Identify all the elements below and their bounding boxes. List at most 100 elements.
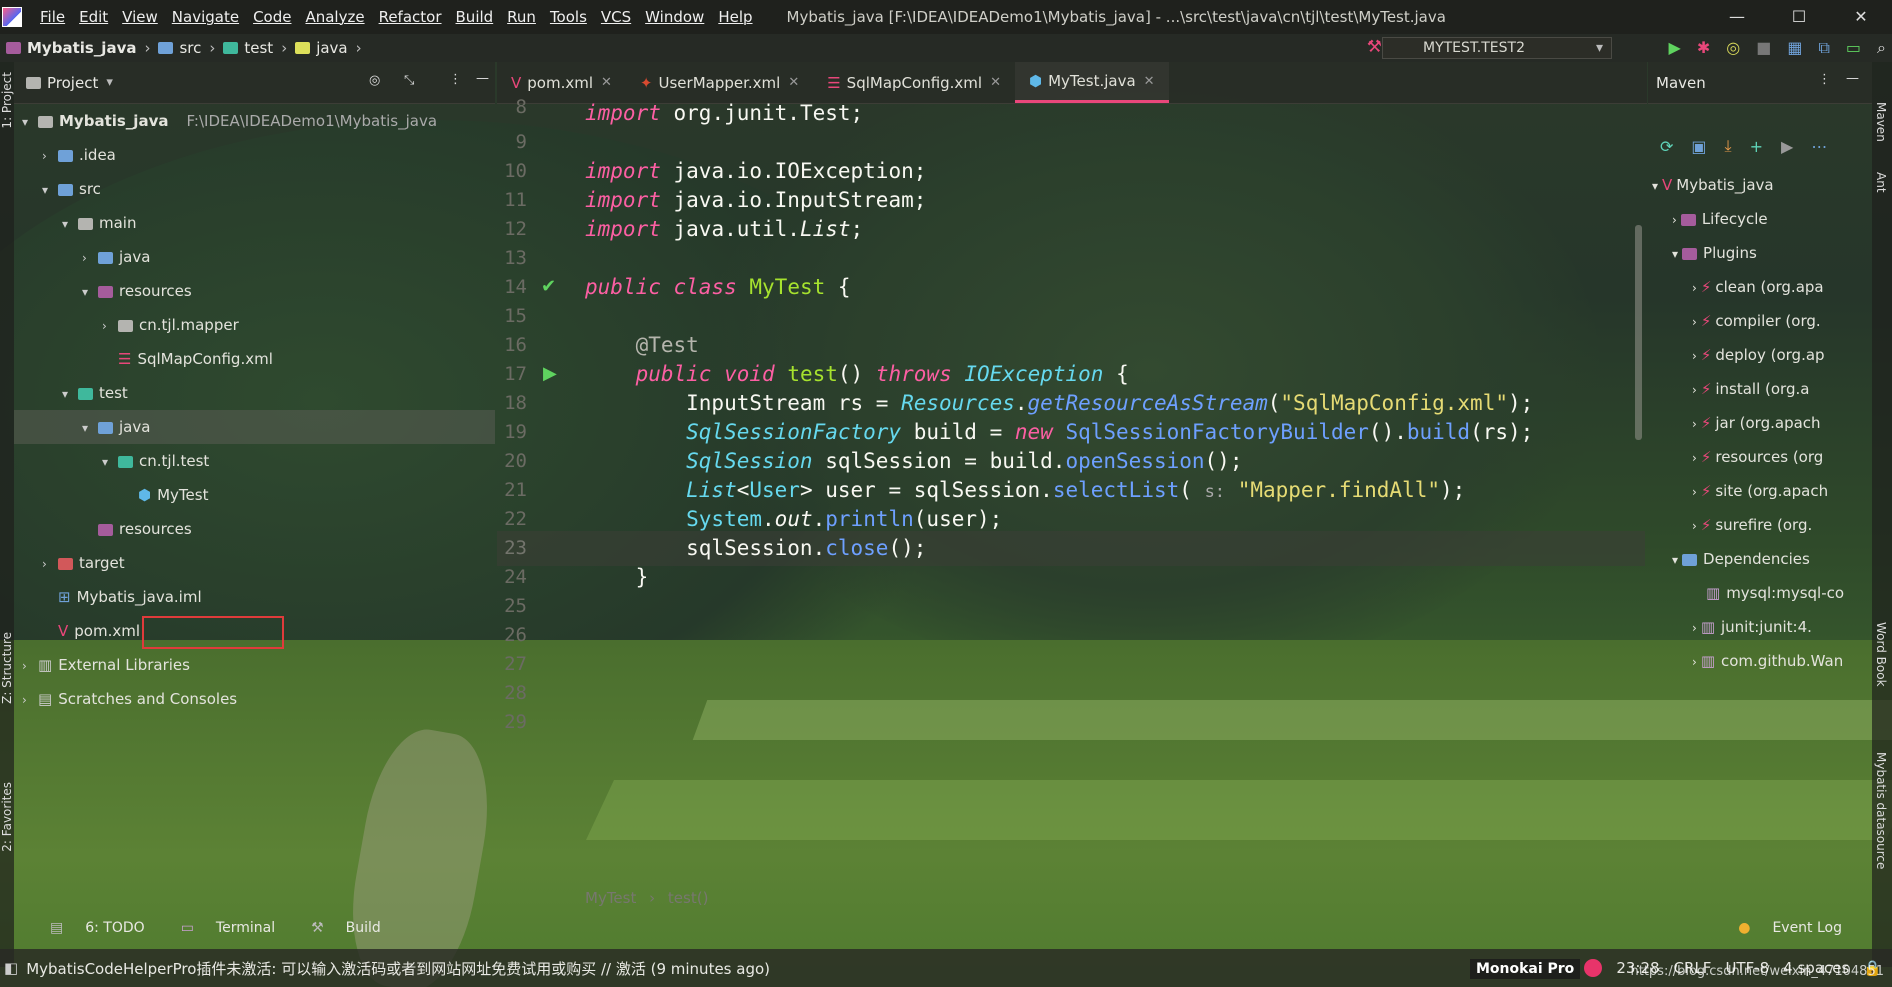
tree-node-root[interactable]: ▾ Mybatis_java F:\IDEA\IDEADemo1\Mybatis_j…	[22, 104, 437, 138]
close-button[interactable]: ✕	[1830, 0, 1892, 34]
tree-node-main[interactable]: ▾ main	[62, 206, 136, 240]
run-configuration-select[interactable]: MYTEST.TEST2 ▾	[1382, 37, 1612, 59]
tree-node-scratches[interactable]: › ▤ Scratches and Consoles	[22, 682, 237, 716]
breadcrumb-project[interactable]: Mybatis_java	[27, 39, 136, 57]
menu-file[interactable]: File	[40, 8, 65, 26]
tree-node-external-libraries[interactable]: › ▥ External Libraries	[22, 648, 190, 682]
tree-node-test[interactable]: ▾ test	[62, 376, 128, 410]
breadcrumb-class[interactable]: MyTest	[585, 889, 636, 907]
maven-plugin-surefire[interactable]: › ⚡ surefire (org.	[1692, 508, 1872, 542]
status-message[interactable]: MybatisCodeHelperPro插件未激活: 可以输入激活码或者到网站网…	[26, 958, 770, 979]
menu-window[interactable]: Window	[645, 8, 704, 26]
menu-navigate[interactable]: Navigate	[172, 8, 239, 26]
maven-dep-junit[interactable]: › ▥ junit:junit:4.	[1692, 610, 1872, 644]
maven-plugin-compiler[interactable]: › ⚡ compiler (org.	[1692, 304, 1872, 338]
hide-panel-icon[interactable]: —	[1846, 71, 1859, 86]
maximize-button[interactable]: ☐	[1768, 0, 1830, 34]
tree-node-mytest[interactable]: ⬢ MyTest	[138, 478, 208, 512]
maven-plugin-deploy[interactable]: › ⚡ deploy (org.ap	[1692, 338, 1872, 372]
breadcrumb-java[interactable]: java	[316, 39, 347, 57]
more-options-icon[interactable]: ⋮	[1818, 72, 1831, 87]
maven-plugin-resources[interactable]: › ⚡ resources (org	[1692, 440, 1872, 474]
tree-node-test-resources[interactable]: resources	[98, 512, 192, 546]
chevron-down-icon[interactable]: ▾	[106, 75, 113, 90]
tree-node-pom[interactable]: Vpom.xml	[58, 614, 140, 648]
menu-refactor[interactable]: Refactor	[379, 8, 442, 26]
menu-view[interactable]: View	[122, 8, 158, 26]
tree-node-cn-tjl-test[interactable]: ▾ cn.tjl.test	[102, 444, 209, 478]
tree-node-idea[interactable]: › .idea	[42, 138, 116, 172]
debug-icon[interactable]: ✱	[1697, 38, 1710, 58]
more-icon[interactable]: ⋯	[1811, 137, 1827, 156]
event-log-button[interactable]: ● Event Log	[1720, 920, 1842, 936]
minimize-button[interactable]: —	[1706, 0, 1768, 34]
tree-node-test-java[interactable]: ▾ java	[14, 410, 495, 444]
menu-run[interactable]: Run	[507, 8, 536, 26]
close-icon[interactable]: ✕	[601, 75, 612, 90]
reload-icon[interactable]: ⟳	[1660, 137, 1673, 156]
add-project-icon[interactable]: ▣	[1691, 137, 1706, 156]
word-book-tool-label[interactable]: Word Book	[1874, 622, 1888, 687]
project-view-select[interactable]: Project	[47, 74, 98, 92]
tab-mytest-java[interactable]: ⬢ MyTest.java ✕	[1015, 62, 1169, 103]
more-options-icon[interactable]: ⋮	[449, 72, 462, 87]
translate-icon[interactable]: ⧉	[1818, 38, 1829, 58]
tree-node-target[interactable]: › target	[42, 546, 125, 580]
maven-node-dependencies[interactable]: ▾ Dependencies	[1672, 542, 1872, 576]
tree-node-main-resources[interactable]: ▾ resources	[82, 274, 192, 308]
download-icon[interactable]: ⤓	[1725, 136, 1732, 156]
menu-edit[interactable]: Edit	[79, 8, 108, 26]
project-tool-label[interactable]: 1: Project	[0, 72, 14, 129]
menu-code[interactable]: Code	[253, 8, 291, 26]
menu-tools[interactable]: Tools	[550, 8, 587, 26]
run-maven-icon[interactable]: ▶	[1781, 137, 1793, 156]
add-icon[interactable]: +	[1750, 137, 1763, 156]
code-editor[interactable]: import org.junit.Test; import java.io.IO…	[497, 101, 1645, 884]
maven-plugin-jar[interactable]: › ⚡ jar (org.apach	[1692, 406, 1872, 440]
maven-plugin-install[interactable]: › ⚡ install (org.a	[1692, 372, 1872, 406]
close-icon[interactable]: ✕	[788, 75, 799, 90]
menu-vcs[interactable]: VCS	[601, 8, 631, 26]
search-icon[interactable]: ⌕	[1877, 38, 1886, 58]
tree-node-cn-tjl-mapper[interactable]: › cn.tjl.mapper	[102, 308, 239, 342]
build-tool-button[interactable]: ⚒ Build	[293, 920, 381, 936]
breadcrumb-test[interactable]: test	[244, 39, 273, 57]
terminal-icon[interactable]: ▭	[1846, 38, 1861, 58]
tree-node-src[interactable]: ▾ src	[42, 172, 101, 206]
theme-widget[interactable]: Monokai Pro	[1469, 958, 1603, 979]
hide-panel-icon[interactable]: —	[476, 71, 489, 86]
maven-dep-github[interactable]: › ▥ com.github.Wan	[1692, 644, 1872, 678]
breadcrumb-method[interactable]: test()	[668, 889, 709, 907]
maven-tool-label[interactable]: Maven	[1874, 102, 1888, 142]
maven-dep-mysql[interactable]: ▥ mysql:mysql-co	[1706, 576, 1872, 610]
hammer-icon[interactable]: ⚒	[1367, 37, 1382, 57]
project-structure-icon[interactable]: ▦	[1787, 38, 1802, 58]
run-test-icon[interactable]: ▶	[543, 363, 557, 384]
maven-node-project[interactable]: ▾ V Mybatis_java	[1652, 168, 1872, 202]
favorites-tool-label[interactable]: 2: Favorites	[0, 782, 14, 852]
terminal-tool-button[interactable]: ▭ Terminal	[163, 920, 275, 936]
locate-icon[interactable]: ◎	[369, 73, 380, 88]
coverage-icon[interactable]: ◎	[1726, 38, 1740, 58]
menu-analyze[interactable]: Analyze	[305, 8, 364, 26]
menu-help[interactable]: Help	[718, 8, 752, 26]
tree-node-iml[interactable]: ⊞ Mybatis_java.iml	[58, 580, 202, 614]
menu-build[interactable]: Build	[456, 8, 494, 26]
todo-tool-button[interactable]: ▤ 6: TODO	[32, 920, 145, 936]
stop-icon[interactable]: ■	[1756, 38, 1771, 58]
tree-node-main-java[interactable]: › java	[82, 240, 150, 274]
breadcrumb-src[interactable]: src	[179, 39, 201, 57]
close-icon[interactable]: ✕	[990, 75, 1001, 90]
ant-tool-label[interactable]: Ant	[1874, 172, 1888, 193]
maven-node-lifecycle[interactable]: › Lifecycle	[1672, 202, 1872, 236]
run-icon[interactable]: ▶	[1669, 38, 1681, 58]
maven-plugin-clean[interactable]: › ⚡ clean (org.apa	[1692, 270, 1872, 304]
tree-node-sqlmapconfig[interactable]: ☰ SqlMapConfig.xml	[118, 342, 273, 376]
mybatis-datasource-tool-label[interactable]: Mybatis datasource	[1874, 752, 1888, 869]
maven-node-plugins[interactable]: ▾ Plugins	[1672, 236, 1872, 270]
collapse-icon[interactable]: ⤡	[404, 73, 414, 88]
close-icon[interactable]: ✕	[1144, 74, 1155, 89]
editor-scrollbar[interactable]	[1635, 225, 1642, 440]
structure-tool-label[interactable]: Z: Structure	[0, 632, 14, 704]
maven-plugin-site[interactable]: › ⚡ site (org.apach	[1692, 474, 1872, 508]
